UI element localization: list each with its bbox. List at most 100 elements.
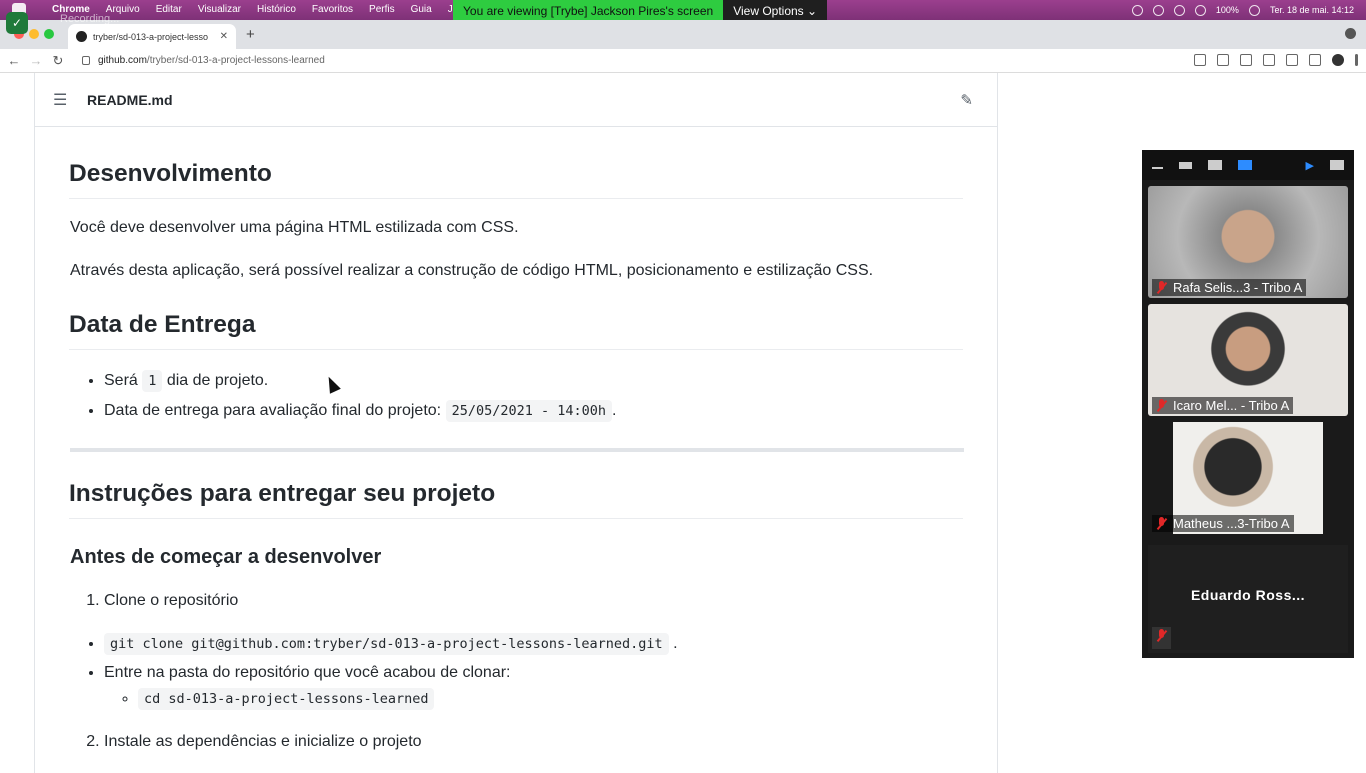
status-icon[interactable] [1131, 4, 1143, 16]
participant-mute-tag [1152, 627, 1171, 649]
viewing-banner: You are viewing [Trybe] Jackson Pires's … [453, 0, 724, 22]
heading-instrucoes: Instruções para entregar seu projeto [69, 479, 963, 519]
text: . [673, 635, 678, 652]
back-button[interactable]: ← [6, 53, 22, 68]
list-item: Será 1 dia de projeto. [104, 369, 616, 393]
text: . [612, 402, 617, 419]
inline-code: 25/05/2021 - 14:00h [445, 400, 613, 422]
readme-box: ☰ README.md ✎ Desenvolvimento Você deve … [34, 73, 998, 773]
reload-button[interactable]: ↻ [50, 53, 66, 69]
star-icon[interactable] [1240, 54, 1252, 66]
participant-name: Icaro Mel... - Tribo A [1173, 398, 1290, 413]
muted-mic-icon [1156, 281, 1167, 294]
lock-icon[interactable] [82, 56, 90, 65]
url-field[interactable]: github.com/tryber/sd-013-a-project-lesso… [98, 55, 325, 66]
tab-title: tryber/sd-013-a-project-lesso [93, 31, 209, 42]
heading-antes-de-comecar: Antes de começar a desenvolver [70, 546, 382, 568]
muted-mic-icon [1156, 399, 1167, 412]
wifi-icon[interactable] [1248, 4, 1260, 16]
tab-search-icon[interactable] [1345, 28, 1356, 39]
step-item: Clone o repositório [104, 589, 238, 613]
paragraph: Através desta aplicação, será possível r… [70, 262, 874, 279]
puzzle-icon[interactable] [1309, 54, 1321, 66]
maximize-window-button[interactable] [44, 29, 54, 39]
status-icon[interactable] [1173, 4, 1185, 16]
view-options-button[interactable]: View Options ⌄ [723, 0, 828, 22]
participant-name: Eduardo Ross... [1190, 587, 1306, 603]
clock[interactable]: Ter. 18 de mai. 14:12 [1270, 5, 1354, 15]
list-item: Data de entrega para avaliação final do … [104, 399, 616, 423]
menu-perfis[interactable]: Perfis [361, 0, 403, 20]
zoom-participants-panel: ▶ Rafa Selis...3 - Tribo A Icaro Mel... … [1142, 150, 1354, 658]
text: Será [104, 372, 138, 389]
zoom-share-bar: You are viewing [Trybe] Jackson Pires's … [453, 0, 828, 22]
minimize-view-icon[interactable] [1152, 167, 1163, 169]
list-item: git clone git@github.com:tryber/sd-013-a… [104, 632, 678, 656]
next-page-icon[interactable]: ▶ [1306, 159, 1314, 172]
divider [70, 448, 964, 452]
bluetooth-icon[interactable] [1194, 4, 1206, 16]
speaker-view-icon[interactable] [1208, 160, 1222, 170]
readme-header: ☰ README.md ✎ [35, 73, 997, 127]
chevron-down-icon: ⌄ [807, 4, 818, 18]
status-icons: 100% Ter. 18 de mai. 14:12 [1131, 0, 1366, 20]
forward-button[interactable]: → [28, 53, 44, 68]
gallery-view-icon[interactable] [1238, 160, 1252, 170]
participant-tile[interactable]: Eduardo Ross... [1148, 545, 1348, 653]
close-tab-icon[interactable]: ✕ [220, 31, 228, 42]
menu-guia[interactable]: Guia [403, 0, 440, 20]
menu-visualizar[interactable]: Visualizar [190, 0, 249, 20]
list-item: cd sd-013-a-project-lessons-learned [138, 687, 678, 711]
step-item: Instale as dependências e inicialize o p… [104, 730, 422, 754]
participant-name: Rafa Selis...3 - Tribo A [1173, 280, 1303, 295]
battery-label: 100% [1215, 5, 1239, 15]
strip-view-icon[interactable] [1179, 161, 1192, 169]
menu-editar[interactable]: Editar [148, 0, 190, 20]
kebab-menu-icon[interactable] [1355, 54, 1358, 66]
extension-icon[interactable] [1263, 54, 1275, 66]
shield-icon: ✓ [6, 12, 28, 34]
heading-data-de-entrega: Data de Entrega [69, 310, 963, 350]
text: dia de projeto. [166, 372, 269, 389]
text: Entre na pasta do repositório que você a… [104, 664, 511, 681]
muted-mic-icon [1156, 517, 1167, 530]
clone-list: git clone git@github.com:tryber/sd-013-a… [70, 632, 678, 711]
browser-tab[interactable]: tryber/sd-013-a-project-lesso ✕ [68, 24, 236, 49]
zoom-icon[interactable] [1217, 54, 1229, 66]
heading-desenvolvimento: Desenvolvimento [69, 159, 963, 199]
paragraph: Você deve desenvolver uma página HTML es… [70, 219, 519, 236]
menu-favoritos[interactable]: Favoritos [304, 0, 361, 20]
new-tab-button[interactable]: + [246, 26, 255, 43]
minimize-window-button[interactable] [29, 29, 39, 39]
participant-tile[interactable]: Matheus ...3-Tribo A [1148, 422, 1348, 534]
side-by-side-icon[interactable] [1330, 160, 1344, 170]
readme-filename: README.md [87, 91, 173, 108]
delivery-list: Será 1 dia de projeto. Data de entrega p… [70, 369, 616, 423]
address-bar: ← → ↻ github.com/tryber/sd-013-a-project… [0, 49, 1366, 73]
inline-code: cd sd-013-a-project-lessons-learned [138, 688, 435, 710]
steps-list: Instale as dependências e inicialize o p… [70, 730, 422, 754]
nested-list: cd sd-013-a-project-lessons-learned [104, 687, 678, 711]
url-host: github.com [98, 55, 147, 66]
muted-mic-icon [1156, 629, 1167, 642]
list-item: Entre na pasta do repositório que você a… [104, 661, 678, 711]
qr-icon[interactable] [1194, 54, 1206, 66]
participant-name-tag: Matheus ...3-Tribo A [1152, 515, 1294, 532]
pencil-edit-icon[interactable]: ✎ [960, 91, 973, 109]
cast-icon[interactable] [1286, 54, 1298, 66]
recording-label: Recording... [60, 13, 120, 25]
table-of-contents-icon[interactable]: ☰ [53, 90, 69, 110]
participant-tile[interactable]: Icaro Mel... - Tribo A [1148, 304, 1348, 416]
avatar[interactable] [1332, 54, 1344, 66]
panel-view-toolbar: ▶ [1142, 150, 1354, 180]
menu-historico[interactable]: Histórico [249, 0, 304, 20]
url-path: /tryber/sd-013-a-project-lessons-learned [146, 55, 325, 66]
steps-list: Clone o repositório [70, 589, 238, 613]
status-icon[interactable] [1152, 4, 1164, 16]
participant-name-tag: Rafa Selis...3 - Tribo A [1152, 279, 1307, 296]
github-icon [76, 31, 87, 42]
toolbar-icons [1194, 54, 1358, 66]
participant-tile[interactable]: Rafa Selis...3 - Tribo A [1148, 186, 1348, 298]
inline-code: 1 [142, 370, 163, 392]
text: Data de entrega para avaliação final do … [104, 402, 442, 419]
